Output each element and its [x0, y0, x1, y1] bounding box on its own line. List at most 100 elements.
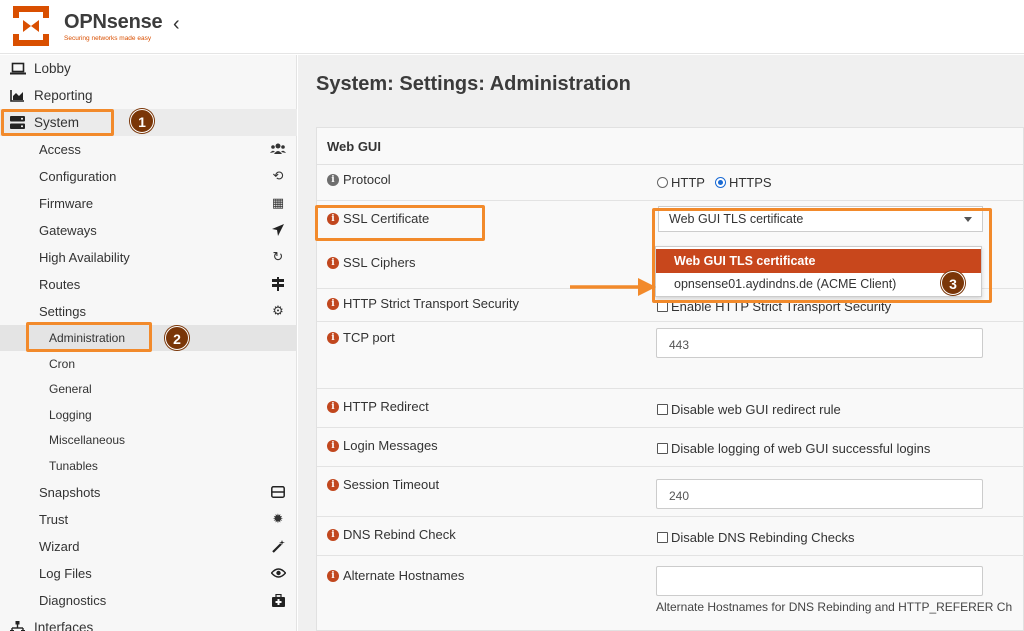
sidebar-item-lobby[interactable]: Lobby: [0, 55, 297, 82]
http-redirect-checkbox[interactable]: [657, 404, 668, 415]
sidebar-item-interfaces[interactable]: Interfaces: [0, 614, 297, 631]
top-header: OPNsense Securing networks made easy ‹: [0, 0, 1024, 54]
ssl-certificate-row: i SSL Certificate Web GUI TLS certificat…: [317, 201, 1024, 241]
certificate-icon: ✹: [272, 511, 284, 526]
login-messages-checkbox[interactable]: [657, 443, 668, 454]
label-text: DNS Rebind Check: [343, 527, 456, 542]
http-radio-label[interactable]: HTTP: [671, 175, 705, 190]
label-text: Alternate Hostnames: [343, 568, 465, 583]
checkbox-label[interactable]: Disable web GUI redirect rule: [671, 402, 841, 417]
label-text: SSL Certificate: [343, 211, 430, 226]
opnsense-logo-icon[interactable]: [9, 4, 53, 48]
label-text: HTTP Redirect: [343, 399, 429, 414]
sidebar-item-diagnostics[interactable]: Diagnostics: [0, 587, 297, 614]
alt-hostnames-help: Alternate Hostnames for DNS Rebinding an…: [656, 600, 1013, 614]
sidebar-item-wizard[interactable]: Wizard: [0, 533, 297, 560]
main-content: System: Settings: Administration Web GUI…: [298, 55, 1024, 631]
info-icon[interactable]: i: [327, 528, 339, 541]
signpost-icon: [270, 276, 286, 292]
info-icon[interactable]: i: [327, 331, 339, 344]
ssl-certificate-select[interactable]: Web GUI TLS certificate: [658, 206, 983, 232]
sidebar-item-logging[interactable]: Logging: [0, 402, 297, 428]
sidebar-item-access[interactable]: Access: [0, 136, 297, 163]
sidebar-item-label: Configuration: [39, 169, 117, 184]
sidebar-item-settings[interactable]: Settings ⚙: [0, 298, 297, 325]
ssl-certificate-label: i SSL Certificate: [327, 211, 429, 226]
sidebar-item-label: Trust: [39, 512, 69, 527]
sidebar-item-label: High Availability: [39, 250, 130, 265]
ssl-certificate-dropdown: Web GUI TLS certificate opnsense01.aydin…: [655, 246, 982, 297]
login-messages-label: i Login Messages: [327, 438, 438, 453]
sidebar-item-label: Gateways: [39, 223, 97, 238]
sidebar-item-routes[interactable]: Routes: [0, 271, 297, 298]
checkbox-label[interactable]: Enable HTTP Strict Transport Security: [671, 299, 891, 314]
info-icon[interactable]: i: [327, 478, 339, 491]
sidebar-item-cron[interactable]: Cron: [0, 351, 297, 377]
sidebar-item-label: Firmware: [39, 196, 94, 211]
dropdown-option-web-gui-tls[interactable]: Web GUI TLS certificate: [656, 249, 981, 273]
select-value: Web GUI TLS certificate: [669, 212, 804, 226]
brand-name[interactable]: OPNsense: [64, 11, 163, 34]
https-radio[interactable]: [714, 177, 726, 188]
hdd-icon: [270, 484, 286, 500]
sidebar-item-label: Miscellaneous: [49, 432, 126, 447]
session-timeout-input[interactable]: 240: [656, 479, 983, 509]
label-text: HTTP Strict Transport Security: [343, 296, 520, 311]
dns-rebind-row: i DNS Rebind Check Disable DNS Rebinding…: [317, 517, 1024, 556]
sidebar-item-gateways[interactable]: Gateways: [0, 217, 297, 244]
sidebar-item-general[interactable]: General: [0, 376, 297, 402]
laptop-icon: [10, 62, 26, 75]
sidebar-item-label: Access: [39, 142, 81, 157]
info-icon[interactable]: i: [327, 256, 339, 269]
http-radio[interactable]: [657, 177, 668, 188]
chevron-left-icon[interactable]: ‹: [173, 12, 180, 36]
info-icon[interactable]: i: [327, 400, 339, 413]
sidebar-item-log-files[interactable]: Log Files: [0, 560, 297, 587]
tcp-port-input[interactable]: 443: [656, 328, 983, 358]
dns-rebind-checkbox[interactable]: [657, 532, 668, 543]
caret-down-icon: [964, 217, 972, 222]
checkbox-label[interactable]: Disable DNS Rebinding Checks: [671, 530, 855, 545]
http-redirect-option: Disable web GUI redirect rule: [657, 402, 841, 417]
hsts-option: Enable HTTP Strict Transport Security: [657, 299, 891, 314]
checkbox-label[interactable]: Disable logging of web GUI successful lo…: [671, 441, 930, 456]
sidebar-item-label: Interfaces: [34, 620, 94, 631]
step-badge-1: 1: [130, 109, 154, 133]
tcp-port-row: i TCP port 443: [317, 322, 1024, 389]
info-icon[interactable]: i: [327, 212, 339, 225]
server-icon: [10, 116, 26, 129]
sidebar-item-label: Diagnostics: [39, 593, 107, 608]
sidebar-item-firmware[interactable]: Firmware ▦: [0, 190, 297, 217]
sidebar-item-configuration[interactable]: Configuration ⟲: [0, 163, 297, 190]
sidebar-item-trust[interactable]: Trust ✹: [0, 506, 297, 533]
sidebar-item-miscellaneous[interactable]: Miscellaneous: [0, 427, 297, 453]
label-text: Session Timeout: [343, 477, 440, 492]
sitemap-icon: [10, 621, 26, 631]
dns-rebind-option: Disable DNS Rebinding Checks: [657, 530, 855, 545]
sidebar-item-label: General: [49, 381, 92, 396]
sidebar-item-label: Log Files: [39, 566, 92, 581]
dropdown-option-acme[interactable]: opnsense01.aydindns.de (ACME Client): [656, 272, 981, 296]
sidebar-item-label: Cron: [49, 356, 76, 371]
location-arrow-icon: [270, 222, 286, 238]
area-chart-icon: [10, 89, 26, 102]
hsts-checkbox[interactable]: [657, 301, 668, 312]
sidebar-item-tunables[interactable]: Tunables: [0, 453, 297, 479]
info-icon[interactable]: i: [327, 569, 339, 582]
info-icon[interactable]: i: [327, 173, 339, 186]
dns-rebind-label: i DNS Rebind Check: [327, 527, 456, 542]
http-redirect-label: i HTTP Redirect: [327, 399, 429, 414]
sidebar-item-reporting[interactable]: Reporting: [0, 82, 297, 109]
info-icon[interactable]: i: [327, 439, 339, 452]
sidebar-item-label: Logging: [49, 407, 92, 422]
sidebar-item-high-availability[interactable]: High Availability ↻: [0, 244, 297, 271]
https-radio-label[interactable]: HTTPS: [729, 175, 772, 190]
users-icon: [270, 141, 286, 157]
sidebar-item-snapshots[interactable]: Snapshots: [0, 479, 297, 506]
sidebar: Lobby Reporting System Access Configurat…: [0, 55, 297, 631]
sidebar-item-administration[interactable]: Administration: [0, 325, 297, 351]
magic-icon: [270, 538, 286, 554]
alt-hostnames-input[interactable]: [656, 566, 983, 596]
alt-hostnames-label: i Alternate Hostnames: [327, 568, 464, 583]
info-icon[interactable]: i: [327, 297, 339, 310]
